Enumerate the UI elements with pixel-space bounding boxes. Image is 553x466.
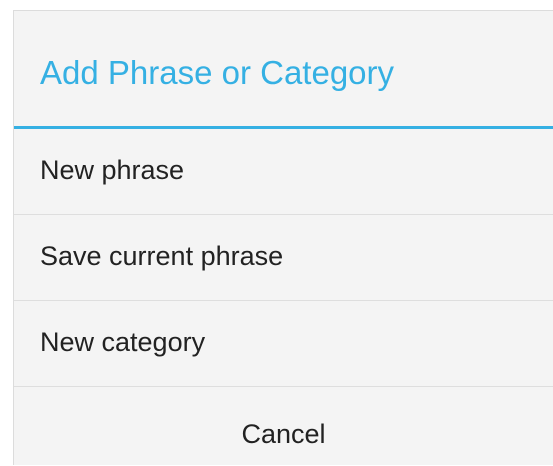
dialog-title-bar: Add Phrase or Category xyxy=(14,11,553,126)
save-current-phrase-item[interactable]: Save current phrase xyxy=(14,215,553,301)
new-phrase-label: New phrase xyxy=(40,155,185,185)
new-phrase-item[interactable]: New phrase xyxy=(14,129,553,215)
save-current-phrase-label: Save current phrase xyxy=(40,241,284,271)
add-phrase-dialog: Add Phrase or Category New phrase Save c… xyxy=(13,10,553,465)
new-category-item[interactable]: New category xyxy=(14,301,553,387)
cancel-button-label: Cancel xyxy=(241,419,326,449)
cancel-button[interactable]: Cancel xyxy=(14,392,553,466)
dialog-title: Add Phrase or Category xyxy=(40,54,395,91)
new-category-label: New category xyxy=(40,327,206,357)
dialog-menu: New phrase Save current phrase New categ… xyxy=(14,129,553,387)
